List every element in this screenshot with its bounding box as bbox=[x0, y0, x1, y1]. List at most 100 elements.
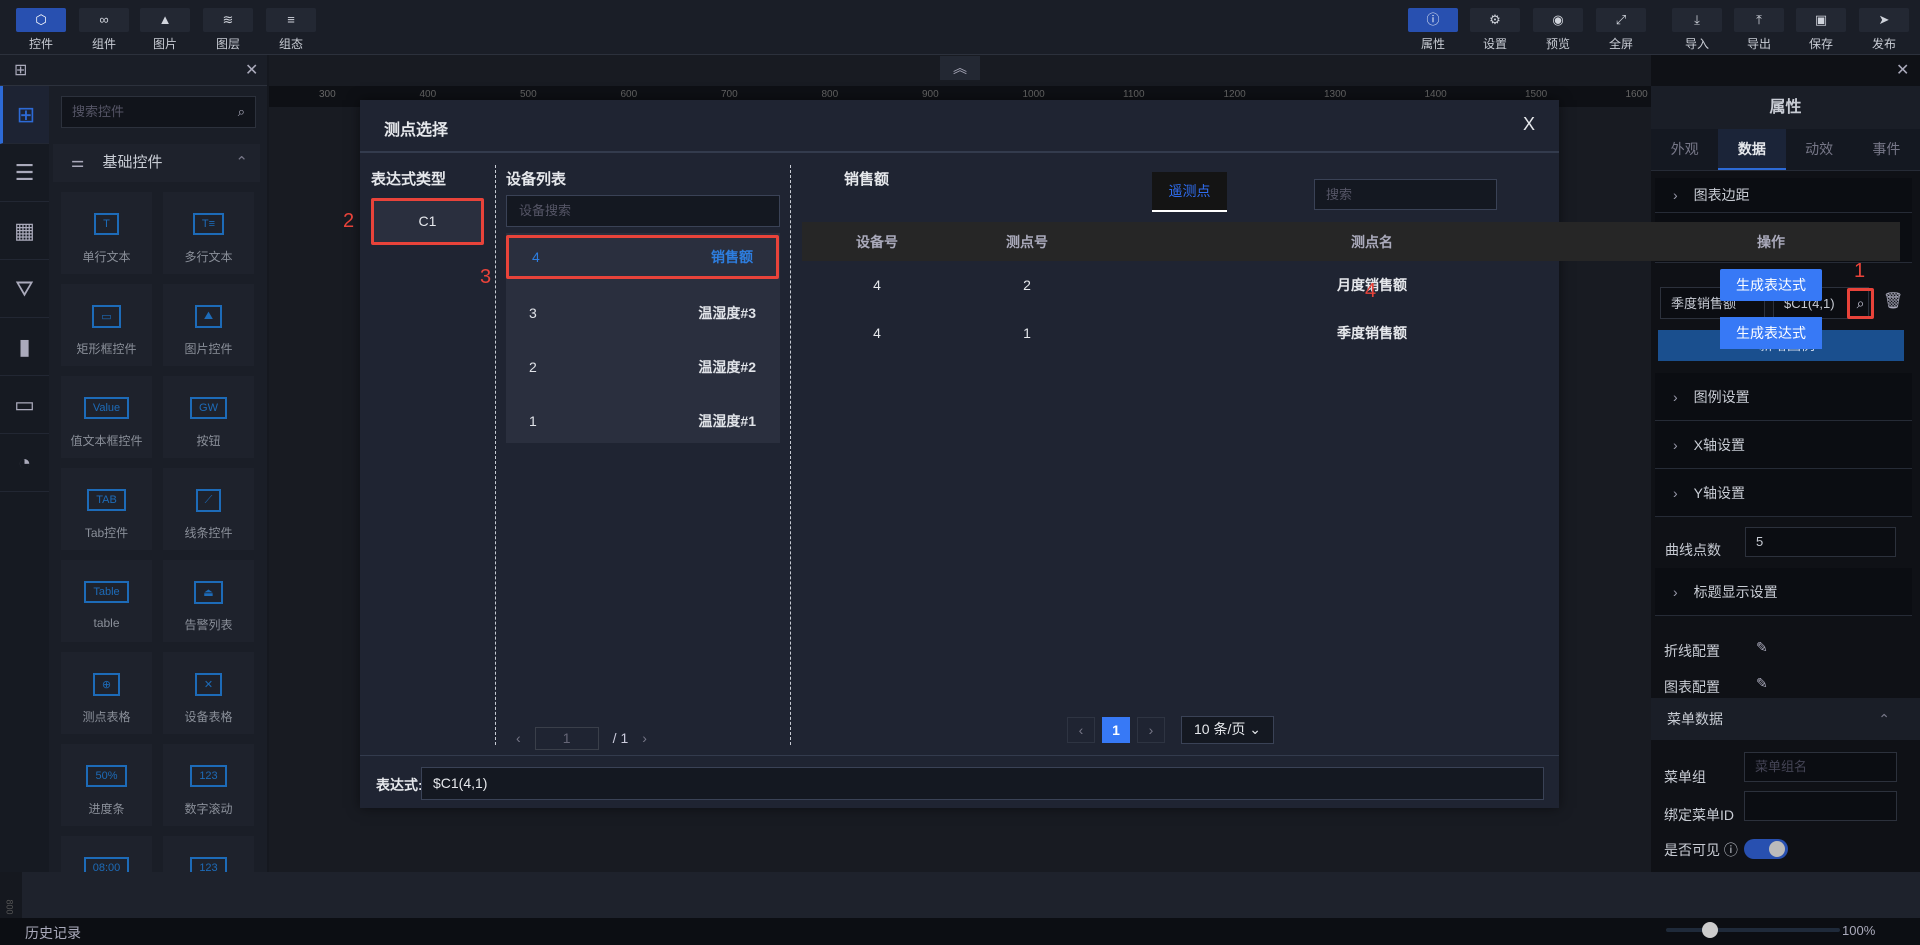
component-tile[interactable]: GW 按钮 bbox=[163, 376, 254, 458]
collapse-up-icon[interactable]: ︽ bbox=[940, 56, 980, 80]
expr-type-c1[interactable]: C1 bbox=[371, 198, 484, 245]
toolbar-export-button[interactable]: ⤒ 导出 bbox=[1734, 8, 1784, 52]
column-header: 设备号 bbox=[802, 222, 952, 261]
generate-expression-button[interactable]: 生成表达式 bbox=[1720, 317, 1822, 349]
prev-page-icon[interactable]: ‹ bbox=[516, 730, 521, 746]
toolbar-info-button[interactable]: ⓘ 属性 bbox=[1408, 8, 1458, 52]
sliders-icon: ⚌ bbox=[71, 154, 85, 171]
search-icon: ⌕ bbox=[237, 104, 245, 119]
device-search-input[interactable]: 设备搜索 bbox=[506, 195, 780, 227]
close-icon[interactable]: X bbox=[1523, 114, 1535, 135]
tab-0[interactable]: 外观 bbox=[1651, 129, 1718, 170]
column-header: 测点名 bbox=[1102, 222, 1642, 261]
components-grid-icon[interactable]: ⊞ bbox=[0, 86, 49, 144]
import-icon: ⤓ bbox=[1672, 8, 1722, 32]
column-header: 操作 bbox=[1642, 222, 1900, 261]
bar-chart-icon[interactable]: ▮ bbox=[0, 318, 49, 376]
tab-telemetry[interactable]: 遥测点 bbox=[1152, 172, 1227, 212]
component-tile[interactable]: ▭ 矩形框控件 bbox=[61, 284, 152, 366]
page-size-select[interactable]: 10 条/页 ⌄ bbox=[1181, 716, 1274, 744]
link-icon: ∞ bbox=[79, 8, 129, 32]
point-selection-dialog: 测点选择 X 表达式类型 C1 2 设备列表 设备搜索 4 销售额 3 温湿度#3 2 温… bbox=[343, 100, 1900, 808]
next-page-button[interactable]: › bbox=[1137, 717, 1165, 743]
section-x-axis[interactable]: › X轴设置 bbox=[1655, 421, 1912, 469]
page-input[interactable]: 1 bbox=[534, 726, 599, 750]
menu-id-input[interactable] bbox=[1744, 791, 1897, 821]
ruler-tick: 1200 bbox=[1223, 89, 1246, 100]
toolbar-fullscreen-button[interactable]: ⤢ 全屏 bbox=[1596, 8, 1646, 52]
save-icon: ▣ bbox=[1796, 8, 1846, 32]
device-list-item[interactable]: 1 温湿度#1 bbox=[506, 395, 779, 446]
panel-title: 属性 bbox=[1651, 86, 1920, 129]
section-y-axis[interactable]: › Y轴设置 bbox=[1655, 469, 1912, 517]
chevron-right-icon: › bbox=[1673, 436, 1678, 453]
component-tile[interactable]: ⛰ 图片控件 bbox=[163, 284, 254, 366]
component-search-input[interactable]: 搜索控件 ⌕ bbox=[61, 96, 256, 128]
table-row: 4 2 月度销售额 生成表达式 bbox=[802, 261, 1900, 309]
component-tile[interactable]: Value 值文本框控件 bbox=[61, 376, 152, 458]
menu-group-input[interactable]: 菜单组名 bbox=[1744, 752, 1897, 782]
component-tile[interactable]: ⏏ 告警列表 bbox=[163, 560, 254, 642]
next-page-icon[interactable]: › bbox=[642, 730, 647, 746]
close-icon[interactable]: ✕ bbox=[1896, 60, 1909, 80]
properties-panel: ✕ 属性 外观数据动效事件 ›图表边距 ⌄图例 季度销售额 $C1(4,1) ⌕… bbox=[1651, 55, 1920, 872]
toolbar-gear-button[interactable]: ⚙ 设置 bbox=[1470, 8, 1520, 52]
component-tile[interactable]: 50% 进度条 bbox=[61, 744, 152, 826]
section-menu-data[interactable]: 菜单数据 ⌃ bbox=[1651, 698, 1920, 740]
tab-1[interactable]: 数据 bbox=[1718, 129, 1786, 170]
toolbar-link-button[interactable]: ∞ 组件 bbox=[79, 8, 129, 52]
section-title-display[interactable]: › 标题显示设置 bbox=[1655, 568, 1912, 616]
toolbar-image-button[interactable]: ▲ 图片 bbox=[140, 8, 190, 52]
device-list-item[interactable]: 2 温湿度#2 bbox=[506, 341, 779, 392]
toolbar-send-button[interactable]: ➤ 发布 bbox=[1859, 8, 1909, 52]
toolbar-cube-button[interactable]: ⬡ 控件 bbox=[16, 8, 66, 52]
component-tile[interactable]: 123 数字滚动 bbox=[163, 744, 254, 826]
sliders-icon[interactable]: ☰ bbox=[0, 144, 49, 202]
toolbar-eye-button[interactable]: ◉ 预览 bbox=[1533, 8, 1583, 52]
edit-icon[interactable]: ✎ bbox=[1756, 675, 1768, 692]
curve-points-input[interactable]: 5 bbox=[1745, 527, 1896, 557]
component-tile[interactable]: T 单行文本 bbox=[61, 192, 152, 274]
history-button[interactable]: 历史记录 bbox=[25, 923, 81, 943]
visible-label: 是否可见 ⓘ bbox=[1664, 842, 1738, 858]
tab-bar: 外观 数据 动效 事件 bbox=[1651, 129, 1920, 171]
category-header[interactable]: ⚌ 基础控件 ⌃ bbox=[53, 144, 260, 182]
toolbar-layers-button[interactable]: ≋ 图层 bbox=[203, 8, 253, 52]
component-tile[interactable]: ✕ 设备表格 bbox=[163, 652, 254, 734]
pie-chart-icon[interactable]: ◔ bbox=[0, 434, 49, 492]
toolbar-save-button[interactable]: ▣ 保存 bbox=[1796, 8, 1846, 52]
component-tile[interactable]: TAB Tab控件 bbox=[61, 468, 152, 550]
page-1-button[interactable]: 1 bbox=[1102, 717, 1130, 743]
prev-page-button[interactable]: ‹ bbox=[1067, 717, 1095, 743]
component-icon: 50% bbox=[61, 756, 152, 796]
visible-toggle[interactable] bbox=[1744, 839, 1788, 859]
section-chart-margin[interactable]: › 图表边距 bbox=[1655, 178, 1912, 213]
tab-2[interactable]: 动效 bbox=[1786, 129, 1853, 170]
eye-icon: ◉ bbox=[1533, 8, 1583, 32]
ruler-tick: 1100 bbox=[1123, 89, 1145, 100]
generate-expression-button[interactable]: 生成表达式 bbox=[1720, 269, 1822, 301]
zoom-slider[interactable] bbox=[1666, 922, 1840, 938]
close-icon[interactable]: ✕ bbox=[245, 60, 258, 80]
component-tile[interactable]: T≡ 多行文本 bbox=[163, 192, 254, 274]
toolbar-import-button[interactable]: ⤓ 导入 bbox=[1672, 8, 1722, 52]
ruler-tick: 900 bbox=[922, 89, 939, 100]
cube-icon: ⬡ bbox=[16, 8, 66, 32]
component-tile[interactable]: Table table bbox=[61, 560, 152, 642]
chevron-right-icon: › bbox=[1673, 388, 1678, 405]
device-list-item[interactable]: 4 销售额 bbox=[506, 235, 779, 279]
toolbar-align-button[interactable]: ≡ 组态 bbox=[266, 8, 316, 52]
filter-icon[interactable]: ⛛ bbox=[0, 260, 49, 318]
point-search-input[interactable]: 搜索 bbox=[1314, 179, 1497, 210]
chevron-up-icon: ⌃ bbox=[235, 154, 248, 171]
component-tile[interactable]: ⟋ 线条控件 bbox=[163, 468, 254, 550]
component-icon: GW bbox=[163, 388, 254, 428]
section-legend-settings[interactable]: › 图例设置 bbox=[1655, 373, 1912, 421]
table-icon[interactable]: ▦ bbox=[0, 202, 49, 260]
component-tile[interactable]: ⊕ 测点表格 bbox=[61, 652, 152, 734]
edit-icon[interactable]: ✎ bbox=[1756, 639, 1768, 656]
video-icon[interactable]: ▭ bbox=[0, 376, 49, 434]
expression-input[interactable]: $C1(4,1) bbox=[421, 767, 1544, 800]
tab-3[interactable]: 事件 bbox=[1853, 129, 1920, 170]
device-list-item[interactable]: 3 温湿度#3 bbox=[506, 287, 779, 338]
